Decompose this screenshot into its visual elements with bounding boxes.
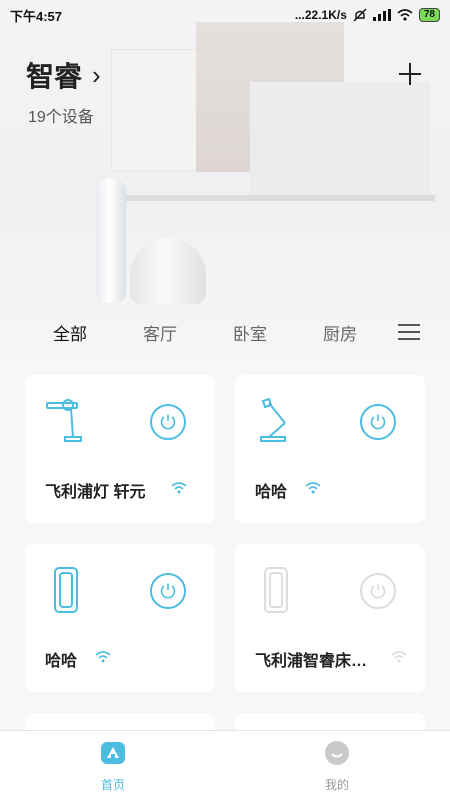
signal-icon xyxy=(372,9,391,21)
power-icon xyxy=(370,414,386,430)
wifi-icon xyxy=(305,482,321,494)
wifi-icon xyxy=(391,651,407,663)
status-net-speed: ...22.1K/s xyxy=(294,8,347,22)
power-button[interactable] xyxy=(360,573,396,609)
wifi-status-icon xyxy=(397,9,413,21)
device-name: 哈哈 xyxy=(255,484,288,501)
hero-round-vase xyxy=(130,238,206,304)
device-name: 哈哈 xyxy=(45,653,78,670)
room-tabs: 全部 客厅 卧室 厨房 xyxy=(0,312,450,352)
architect-lamp-icon xyxy=(260,397,286,442)
status-time: 下午4:57 xyxy=(10,8,63,24)
power-icon xyxy=(370,583,386,599)
tab-all[interactable]: 全部 xyxy=(25,320,115,345)
hamburger-icon[interactable] xyxy=(398,324,420,340)
device-card[interactable]: 哈哈 xyxy=(235,375,425,523)
power-icon xyxy=(160,414,176,430)
wifi-icon xyxy=(171,482,187,494)
home-name: 智睿 xyxy=(26,61,83,92)
home-selector[interactable]: 智睿 › xyxy=(26,55,101,95)
device-count: 19个设备 xyxy=(28,109,94,126)
chevron-right-icon: › xyxy=(92,59,101,90)
device-card[interactable]: 哈哈 xyxy=(25,544,215,692)
power-icon xyxy=(160,583,176,599)
tab-living-room[interactable]: 客厅 xyxy=(115,320,205,345)
power-button[interactable] xyxy=(150,404,186,440)
hero-tall-vase xyxy=(96,178,126,303)
hero-cabinet xyxy=(250,82,430,200)
tab-kitchen[interactable]: 厨房 xyxy=(295,320,385,345)
desk-lamp-icon xyxy=(46,399,82,442)
device-name: 飞利浦灯 轩元 xyxy=(45,484,146,501)
nav-home[interactable]: 首页 xyxy=(83,739,143,793)
device-card[interactable]: 飞利浦智睿床… xyxy=(235,544,425,692)
device-name: 飞利浦智睿床… xyxy=(255,653,368,670)
tab-bedroom[interactable]: 卧室 xyxy=(205,320,295,345)
status-right: ...22.1K/s 78 xyxy=(295,8,440,22)
hero-background xyxy=(0,0,450,360)
home-icon xyxy=(101,742,125,764)
nav-home-label: 首页 xyxy=(100,778,125,792)
hero-shelf xyxy=(110,195,435,201)
wifi-icon xyxy=(95,651,111,663)
mute-icon xyxy=(353,8,367,22)
nav-profile[interactable]: 我的 xyxy=(307,739,367,793)
power-button[interactable] xyxy=(360,404,396,440)
smiley-icon xyxy=(325,741,349,765)
add-device-button[interactable] xyxy=(394,58,426,90)
bottom-nav: 首页 我的 xyxy=(0,730,450,800)
bedside-lamp-icon xyxy=(54,567,78,613)
power-button[interactable] xyxy=(150,573,186,609)
bedside-lamp-icon xyxy=(264,567,288,613)
battery-indicator: 78 xyxy=(418,8,440,22)
device-card[interactable]: 飞利浦灯 轩元 xyxy=(25,375,215,523)
nav-profile-label: 我的 xyxy=(324,778,349,792)
status-bar: 下午4:57 ...22.1K/s 78 xyxy=(0,0,450,30)
